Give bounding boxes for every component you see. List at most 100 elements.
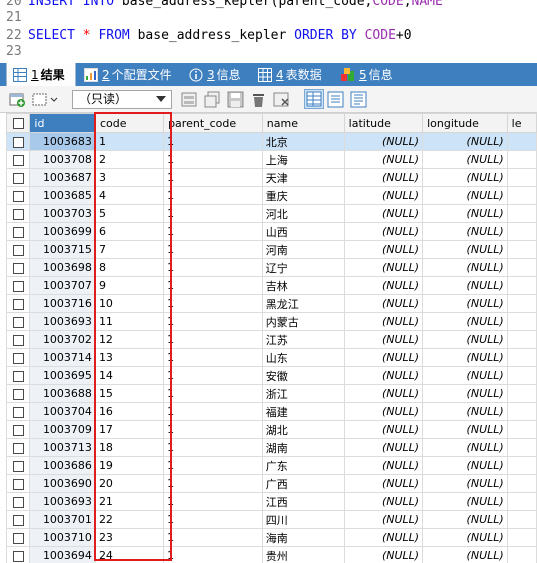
latitude-cell[interactable]: (NULL)	[343, 240, 424, 259]
latitude-cell[interactable]: (NULL)	[343, 402, 424, 421]
longitude-cell[interactable]: (NULL)	[422, 474, 508, 493]
level-cell[interactable]	[506, 240, 537, 259]
parent-code-cell[interactable]: 1	[163, 528, 263, 547]
longitude-cell[interactable]: (NULL)	[422, 294, 508, 313]
code-cell[interactable]: 7	[94, 240, 165, 259]
code-line[interactable]: 22 SELECT * FROM base_address_kepler ORDE…	[0, 28, 412, 44]
parent-code-cell[interactable]: 1	[163, 474, 263, 493]
row-checkbox[interactable]	[5, 258, 31, 277]
name-cell[interactable]: 辽宁	[261, 258, 345, 277]
name-cell[interactable]: 山东	[261, 348, 345, 367]
longitude-cell[interactable]: (NULL)	[422, 150, 508, 169]
code-cell[interactable]: 2	[94, 150, 165, 169]
row-checkbox[interactable]	[5, 330, 31, 349]
id-cell[interactable]: 1003698	[29, 258, 96, 277]
clear-icon[interactable]	[273, 91, 290, 108]
code-cell[interactable]: 12	[94, 330, 165, 349]
form-view-icon[interactable]	[327, 91, 344, 108]
parent-code-cell[interactable]: 1	[163, 330, 263, 349]
id-cell[interactable]: 1003683	[29, 132, 96, 151]
level-cell[interactable]	[506, 384, 537, 403]
longitude-cell[interactable]: (NULL)	[422, 276, 508, 295]
level-cell[interactable]	[506, 492, 537, 511]
latitude-cell[interactable]: (NULL)	[343, 366, 424, 385]
id-cell[interactable]: 1003687	[29, 168, 96, 187]
row-checkbox[interactable]	[5, 402, 31, 421]
level-cell[interactable]	[506, 402, 537, 421]
table-row[interactable]: 1003716 10 1 黑龙江 (NULL) (NULL)	[5, 294, 537, 313]
tab-5[interactable]: 5 信息	[335, 63, 405, 86]
id-cell[interactable]: 1003704	[29, 402, 96, 421]
parent-code-cell[interactable]: 1	[163, 186, 263, 205]
row-checkbox[interactable]	[5, 546, 31, 563]
latitude-cell[interactable]: (NULL)	[343, 204, 424, 223]
code-cell[interactable]: 15	[94, 384, 165, 403]
row-checkbox[interactable]	[5, 150, 31, 169]
table-row[interactable]: 1003693 21 1 江西 (NULL) (NULL)	[5, 492, 537, 511]
level-cell[interactable]	[506, 132, 537, 151]
row-checkbox[interactable]	[5, 186, 31, 205]
latitude-cell[interactable]: (NULL)	[343, 420, 424, 439]
id-cell[interactable]: 1003699	[29, 222, 96, 241]
row-checkbox[interactable]	[5, 276, 31, 295]
row-checkbox[interactable]	[5, 438, 31, 457]
code-cell[interactable]: 3	[94, 168, 165, 187]
parent-code-cell[interactable]: 1	[163, 420, 263, 439]
row-options-dropdown-icon[interactable]	[32, 91, 60, 108]
latitude-cell[interactable]: (NULL)	[343, 528, 424, 547]
table-row[interactable]: 1003701 22 1 四川 (NULL) (NULL)	[5, 510, 537, 529]
level-cell[interactable]	[506, 528, 537, 547]
level-cell[interactable]	[506, 258, 537, 277]
parent-code-cell[interactable]: 1	[163, 294, 263, 313]
table-row[interactable]: 1003683 1 1 北京 (NULL) (NULL)	[5, 132, 537, 151]
level-cell[interactable]	[506, 474, 537, 493]
code-line[interactable]: 23	[0, 44, 28, 60]
latitude-cell[interactable]: (NULL)	[343, 492, 424, 511]
name-cell[interactable]: 广东	[261, 456, 345, 475]
table-row[interactable]: 1003703 5 1 河北 (NULL) (NULL)	[5, 204, 537, 223]
latitude-cell[interactable]: (NULL)	[343, 312, 424, 331]
column-header[interactable]: name	[261, 113, 345, 133]
row-checkbox[interactable]	[5, 528, 31, 547]
name-cell[interactable]: 江苏	[261, 330, 345, 349]
name-cell[interactable]: 吉林	[261, 276, 345, 295]
row-checkbox[interactable]	[5, 222, 31, 241]
id-cell[interactable]: 1003709	[29, 420, 96, 439]
row-checkbox[interactable]	[5, 348, 31, 367]
parent-code-cell[interactable]: 1	[163, 312, 263, 331]
name-cell[interactable]: 湖北	[261, 420, 345, 439]
table-row[interactable]: 1003715 7 1 河南 (NULL) (NULL)	[5, 240, 537, 259]
longitude-cell[interactable]: (NULL)	[422, 456, 508, 475]
row-checkbox[interactable]	[5, 168, 31, 187]
row-checkbox[interactable]	[5, 294, 31, 313]
latitude-cell[interactable]: (NULL)	[343, 438, 424, 457]
id-cell[interactable]: 1003693	[29, 492, 96, 511]
table-row[interactable]: 1003687 3 1 天津 (NULL) (NULL)	[5, 168, 537, 187]
latitude-cell[interactable]: (NULL)	[343, 456, 424, 475]
sql-editor[interactable]: 20 INSERT INTO base_address_kepler(parent…	[0, 0, 537, 63]
level-cell[interactable]	[506, 510, 537, 529]
latitude-cell[interactable]: (NULL)	[343, 330, 424, 349]
row-checkbox[interactable]	[5, 420, 31, 439]
row-checkbox[interactable]	[5, 240, 31, 259]
parent-code-cell[interactable]: 1	[163, 438, 263, 457]
table-row[interactable]: 1003690 20 1 广西 (NULL) (NULL)	[5, 474, 537, 493]
id-cell[interactable]: 1003708	[29, 150, 96, 169]
code-cell[interactable]: 22	[94, 510, 165, 529]
parent-code-cell[interactable]: 1	[163, 348, 263, 367]
latitude-cell[interactable]: (NULL)	[343, 348, 424, 367]
level-cell[interactable]	[506, 204, 537, 223]
code-cell[interactable]: 11	[94, 312, 165, 331]
latitude-cell[interactable]: (NULL)	[343, 222, 424, 241]
code-cell[interactable]: 9	[94, 276, 165, 295]
row-checkbox[interactable]	[5, 492, 31, 511]
code-cell[interactable]: 10	[94, 294, 165, 313]
id-cell[interactable]: 1003693	[29, 312, 96, 331]
id-cell[interactable]: 1003715	[29, 240, 96, 259]
parent-code-cell[interactable]: 1	[163, 150, 263, 169]
name-cell[interactable]: 四川	[261, 510, 345, 529]
insert-row-icon[interactable]	[181, 91, 198, 108]
parent-code-cell[interactable]: 1	[163, 456, 263, 475]
longitude-cell[interactable]: (NULL)	[422, 168, 508, 187]
duplicate-row-icon[interactable]	[204, 91, 221, 108]
